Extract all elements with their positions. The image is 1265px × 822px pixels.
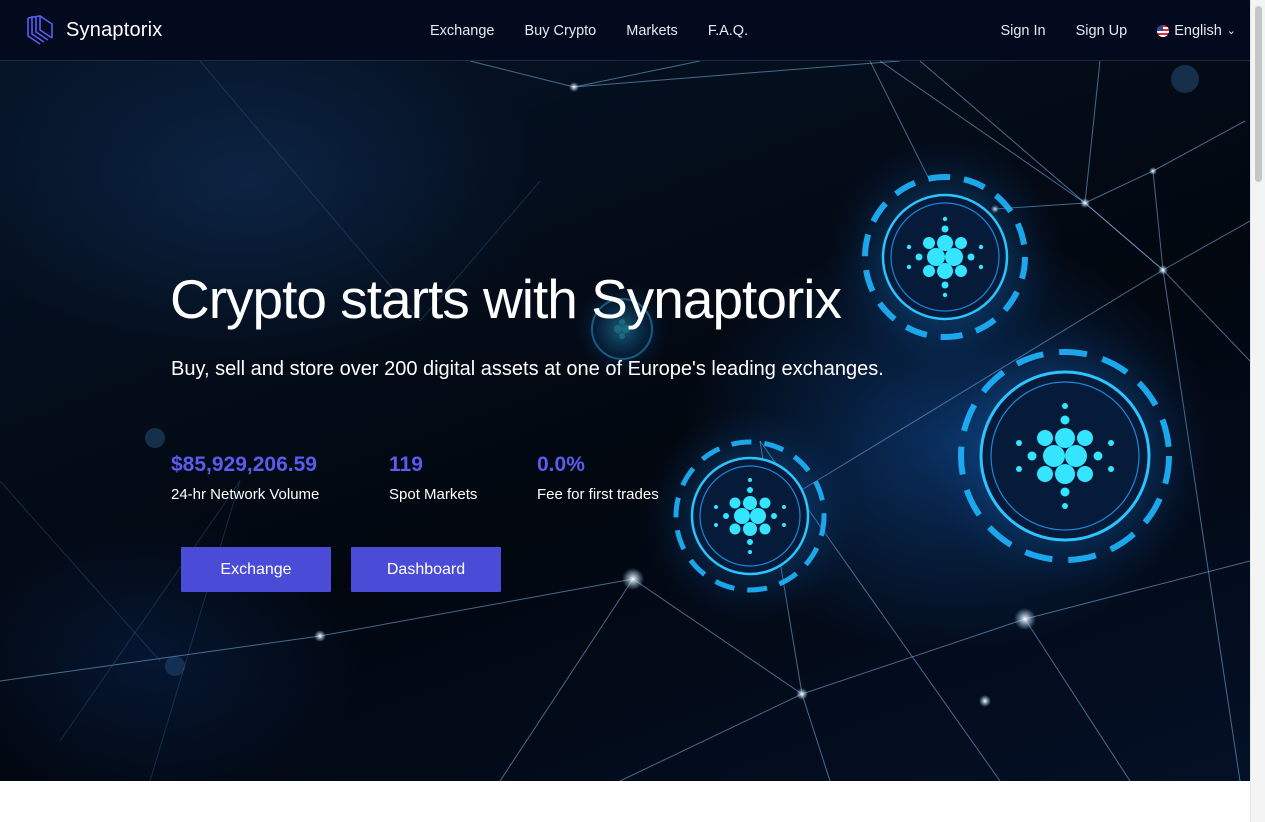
hero-subtitle: Buy, sell and store over 200 digital ass… xyxy=(171,358,884,380)
dashboard-button[interactable]: Dashboard xyxy=(351,547,501,592)
main-nav: Exchange Buy Crypto Markets F.A.Q. xyxy=(430,0,778,61)
top-navbar: Synaptorix Exchange Buy Crypto Markets F… xyxy=(0,0,1250,61)
stat-value: $85,929,206.59 xyxy=(171,453,317,476)
network-nodes-illustration xyxy=(0,61,1250,781)
stat-label: 24-hr Network Volume xyxy=(171,486,320,503)
vertical-scrollbar[interactable] xyxy=(1250,0,1265,822)
chevron-down-icon: ⌄ xyxy=(1226,25,1236,37)
stat-value: 119 xyxy=(389,453,423,476)
stat-network-volume: $85,929,206.59 24-hr Network Volume xyxy=(171,453,319,503)
hero-title: Crypto starts with Synaptorix xyxy=(170,268,842,330)
nav-item-exchange[interactable]: Exchange xyxy=(430,23,495,39)
exchange-button[interactable]: Exchange xyxy=(181,547,331,592)
brand-logo-icon xyxy=(27,15,53,45)
scrollbar-thumb[interactable] xyxy=(1255,6,1262,182)
stat-value: 0.0% xyxy=(537,453,585,476)
language-selector[interactable]: English ⌄ xyxy=(1157,23,1236,39)
auth-menu: Sign In Sign Up English ⌄ xyxy=(970,0,1236,61)
brand[interactable]: Synaptorix xyxy=(26,14,163,46)
page: Synaptorix Exchange Buy Crypto Markets F… xyxy=(0,0,1250,822)
nav-item-faq[interactable]: F.A.Q. xyxy=(708,23,748,39)
stat-label: Spot Markets xyxy=(389,486,478,503)
language-label: English xyxy=(1174,22,1222,39)
stat-fee: 0.0% Fee for first trades xyxy=(537,453,659,503)
nav-item-buy-crypto[interactable]: Buy Crypto xyxy=(525,23,597,39)
hero-section: Crypto starts with Synaptorix Buy, sell … xyxy=(0,61,1250,781)
sign-in-link[interactable]: Sign In xyxy=(1000,23,1045,39)
us-flag-icon xyxy=(1157,24,1170,37)
brand-name: Synaptorix xyxy=(66,18,163,41)
stat-spot-markets: 119 Spot Markets xyxy=(389,453,477,503)
sign-up-link[interactable]: Sign Up xyxy=(1076,23,1128,39)
stat-label: Fee for first trades xyxy=(537,486,659,503)
nav-item-markets[interactable]: Markets xyxy=(626,23,678,39)
